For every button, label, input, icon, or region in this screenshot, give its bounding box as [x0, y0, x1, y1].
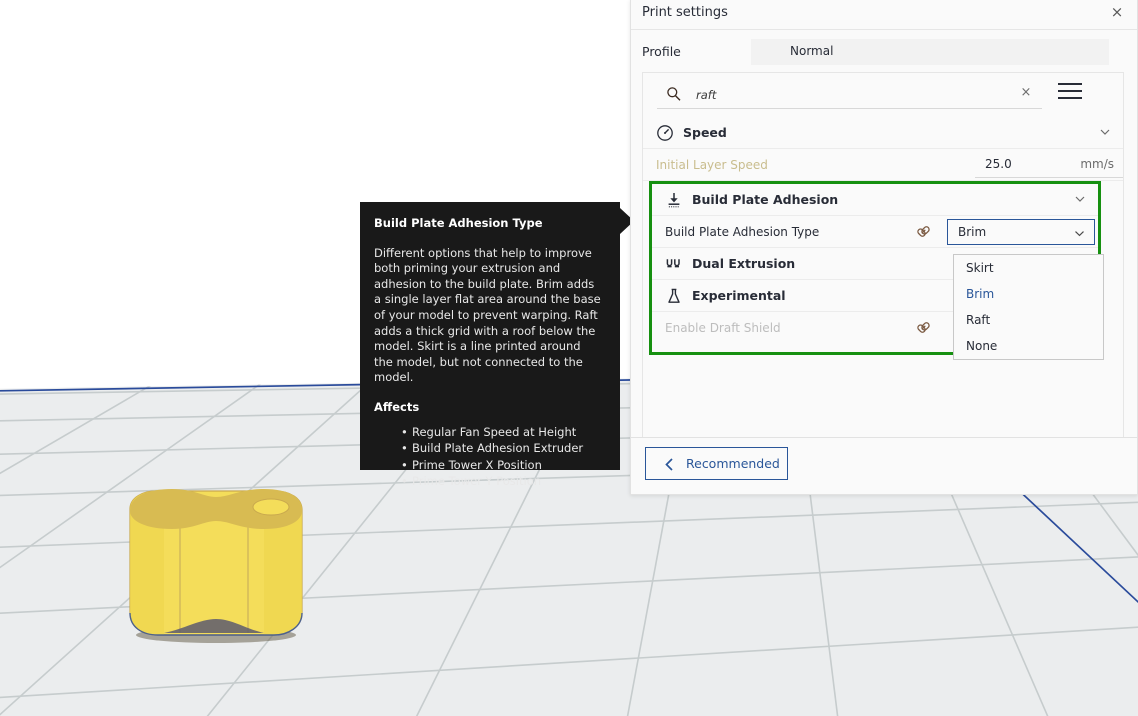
category-label: Experimental [692, 288, 786, 303]
setting-unit: mm/s [1080, 157, 1114, 171]
tooltip-affects-list: Regular Fan Speed at Height Build Plate … [374, 424, 602, 490]
combobox-selected-value: Brim [958, 225, 987, 239]
search-field-wrapper[interactable]: × [657, 81, 1042, 109]
chevron-left-icon [665, 458, 673, 471]
search-row: × [643, 73, 1123, 117]
speedometer-icon [657, 125, 673, 141]
recommended-button-label: Recommended [686, 456, 780, 471]
flask-icon [668, 288, 680, 303]
setting-row-initial-layer-speed[interactable]: Initial Layer Speed 25.0 mm/s [643, 149, 1123, 181]
dropdown-option-skirt[interactable]: Skirt [954, 255, 1103, 281]
category-label: Dual Extrusion [692, 256, 796, 271]
dropdown-option-none[interactable]: None [954, 333, 1103, 359]
dual-extrusion-icon [666, 259, 680, 268]
tooltip-affects-heading: Affects [374, 399, 420, 414]
profile-selected-value: Normal [790, 44, 834, 58]
category-header-speed[interactable]: Speed [643, 117, 1123, 149]
3d-model-object[interactable] [124, 485, 308, 645]
chain-link-icon[interactable] [915, 319, 932, 336]
chevron-down-icon [1075, 231, 1084, 237]
close-icon[interactable]: × [1108, 3, 1126, 21]
category-label: Build Plate Adhesion [692, 192, 839, 207]
panel-footer: Recommended [631, 437, 1137, 494]
setting-tooltip: Build Plate Adhesion Type Different opti… [360, 202, 620, 489]
recommended-button[interactable]: Recommended [645, 447, 788, 480]
application-window: Build Plate Adhesion Type Different opti… [0, 0, 1138, 716]
chevron-down-icon[interactable] [1074, 193, 1086, 205]
tooltip-title: Build Plate Adhesion Type [374, 216, 543, 230]
setting-label: Enable Draft Shield [665, 321, 781, 335]
panel-title: Print settings [642, 5, 728, 20]
setting-label: Initial Layer Speed [656, 158, 768, 172]
build-plate-adhesion-type-combobox[interactable]: Brim [947, 219, 1095, 245]
dropdown-option-brim[interactable]: Brim [954, 281, 1103, 307]
clear-search-icon[interactable]: × [1018, 85, 1034, 101]
setting-label: Build Plate Adhesion Type [665, 225, 820, 239]
setting-row-build-plate-adhesion-type[interactable]: Build Plate Adhesion Type Brim [652, 216, 1098, 248]
tooltip-body: Different options that help to improve b… [374, 245, 601, 385]
dropdown-option-raft[interactable]: Raft [954, 307, 1103, 333]
tooltip-affects-item: Prime Tower Y Position [401, 473, 602, 490]
category-label: Speed [683, 125, 727, 140]
profile-row: Profile Normal [631, 39, 1137, 69]
chevron-down-icon[interactable] [1099, 126, 1111, 138]
setting-value: 25.0 [985, 157, 1012, 171]
build-plate-adhesion-icon [668, 193, 680, 208]
tooltip-affects-item: Build Plate Adhesion Extruder [401, 440, 602, 457]
profile-quality-selector[interactable]: Normal [751, 39, 1109, 65]
search-icon [667, 87, 681, 101]
print-settings-panel: Print settings × Profile Normal × [630, 0, 1138, 495]
tooltip-affects-item: Regular Fan Speed at Height [401, 424, 602, 441]
panel-header: Print settings × [631, 0, 1137, 30]
setting-value-field[interactable]: 25.0 mm/s [975, 152, 1123, 178]
search-input[interactable] [694, 86, 1014, 104]
chain-link-icon[interactable] [915, 223, 932, 240]
category-speed: Speed Initial Layer Speed 25.0 mm/s [643, 117, 1123, 181]
category-header-build-plate-adhesion[interactable]: Build Plate Adhesion [652, 184, 1098, 216]
hamburger-menu-icon[interactable] [1058, 83, 1082, 103]
tooltip-affects-item: Prime Tower X Position [401, 457, 602, 474]
profile-label: Profile [642, 44, 681, 59]
build-plate-adhesion-type-dropdown-list[interactable]: Skirt Brim Raft None [953, 254, 1104, 360]
